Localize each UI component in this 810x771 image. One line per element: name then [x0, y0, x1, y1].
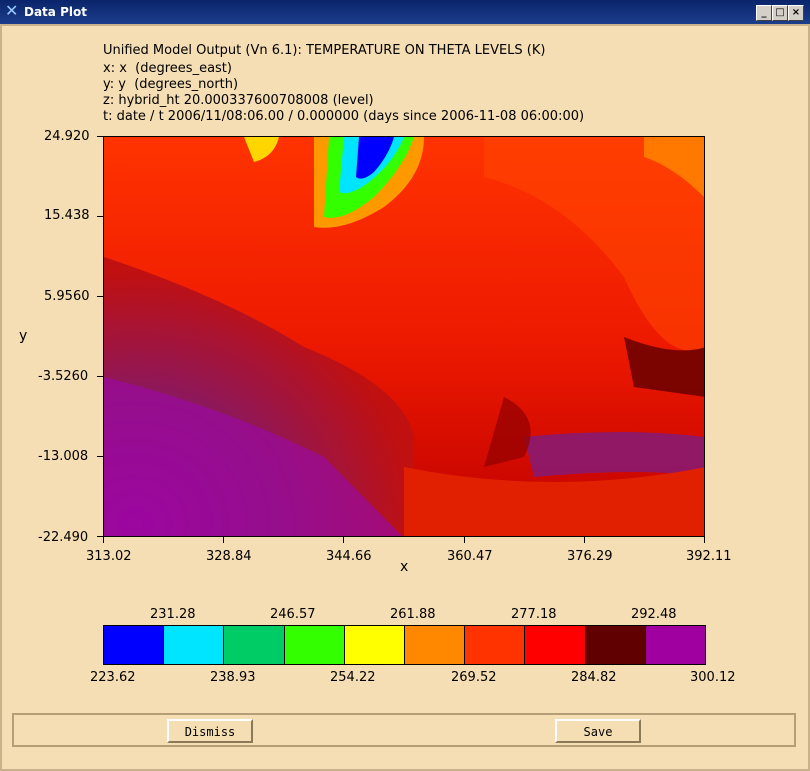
x-tickmark — [464, 537, 465, 543]
plot-title: Unified Model Output (Vn 6.1): TEMPERATU… — [103, 43, 546, 58]
title-bar[interactable]: ✕ Data Plot _ □ × — [0, 0, 810, 24]
y-tick-label: 15.438 — [44, 208, 90, 223]
x-logo-icon: ✕ — [5, 1, 19, 20]
x-tickmark — [223, 537, 224, 543]
button-bar — [12, 713, 796, 747]
x-description: x: x (degrees_east) — [103, 61, 232, 76]
y-tick-label: -13.008 — [38, 449, 89, 464]
x-tick-label: 392.11 — [686, 549, 732, 564]
colorbar-lower-label: 300.12 — [690, 670, 736, 685]
z-description: z: hybrid_ht 20.000337600708008 (level) — [103, 93, 374, 108]
y-tickmark — [97, 376, 103, 377]
x-tick-label: 360.47 — [447, 549, 493, 564]
x-tick-label: 313.02 — [86, 549, 132, 564]
colorbar-segment — [344, 626, 406, 664]
colorbar-segment — [164, 626, 225, 664]
x-tickmark — [584, 537, 585, 543]
x-tick-label: 328.84 — [206, 549, 252, 564]
colorbar-upper-label: 231.28 — [150, 607, 196, 622]
maximize-button[interactable]: □ — [772, 5, 788, 21]
x-tick-label: 376.29 — [567, 549, 613, 564]
x-axis-label: x — [400, 559, 409, 575]
y-description: y: y (degrees_north) — [103, 77, 239, 92]
y-tickmark — [97, 296, 103, 297]
y-tick-label: -3.5260 — [38, 369, 89, 384]
y-tickmark — [97, 136, 103, 137]
y-axis-label: y — [19, 328, 28, 344]
window-title: Data Plot — [24, 5, 87, 19]
close-button[interactable]: × — [788, 5, 804, 21]
t-description: t: date / t 2006/11/08:06.00 / 0.000000 … — [103, 109, 585, 124]
colorbar-upper-label: 246.57 — [270, 607, 316, 622]
y-tickmark — [97, 216, 103, 217]
colorbar-segment — [585, 626, 646, 664]
heatmap-image — [104, 137, 704, 536]
colorbar-segment — [645, 626, 706, 664]
y-tick-label: -22.490 — [38, 530, 89, 545]
x-tickmark — [103, 537, 104, 543]
colorbar-segment — [224, 626, 285, 664]
colorbar-upper-label: 277.18 — [511, 607, 557, 622]
colorbar-segment — [405, 626, 466, 664]
colorbar-lower-label: 223.62 — [90, 670, 136, 685]
colorbar-lower-label: 284.82 — [571, 670, 617, 685]
colorbar-lower-label: 269.52 — [451, 670, 497, 685]
colorbar — [103, 625, 706, 665]
colorbar-lower-label: 238.93 — [210, 670, 256, 685]
save-button[interactable]: Save — [555, 719, 641, 743]
y-tick-label: 24.920 — [44, 129, 90, 144]
x-tickmark — [704, 537, 705, 543]
colorbar-segment — [284, 626, 345, 664]
colorbar-segment — [525, 626, 586, 664]
y-tick-label: 5.9560 — [44, 289, 90, 304]
minimize-button[interactable]: _ — [756, 5, 772, 21]
colorbar-lower-label: 254.22 — [330, 670, 376, 685]
dismiss-button[interactable]: Dismiss — [167, 719, 253, 743]
colorbar-upper-label: 261.88 — [390, 607, 436, 622]
x-tickmark — [343, 537, 344, 543]
y-tickmark — [97, 456, 103, 457]
x-tick-label: 344.66 — [326, 549, 372, 564]
heatmap-plot[interactable] — [103, 136, 705, 537]
colorbar-segment — [104, 626, 165, 664]
colorbar-upper-label: 292.48 — [631, 607, 677, 622]
colorbar-segment — [465, 626, 526, 664]
